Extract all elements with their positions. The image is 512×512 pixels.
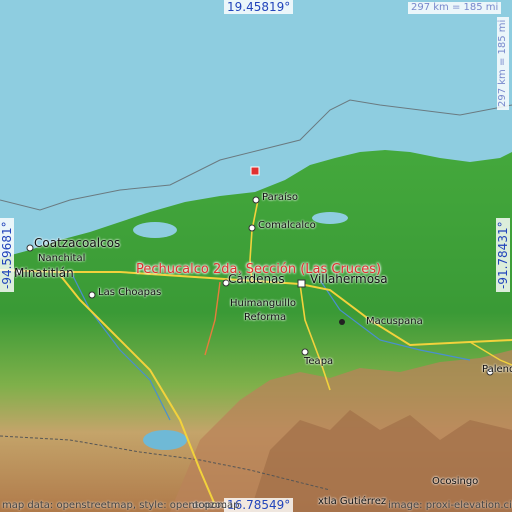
marker-label: Pechucalco 2da. Sección (Las Cruces) [136, 262, 382, 277]
city-label-teapa: Teapa [304, 356, 334, 367]
reservoir [143, 430, 187, 450]
scale-vertical: 297 km = 185 mi [497, 16, 509, 110]
scale-horizontal: 297 km = 185 mi [408, 2, 502, 14]
coord-left: -94.59681° [0, 218, 14, 292]
credit-image: image: proxi-elevation.city [388, 500, 512, 511]
city-label-nanchital: Nanchital [38, 253, 86, 264]
credit-map-data: map data: openstreetmap, style: opentopo… [2, 500, 240, 511]
city-dot [88, 291, 96, 299]
city-label-comalcalco: Comalcalco [258, 220, 316, 231]
lagoon [312, 212, 348, 224]
city-label-palenque: Palenq [482, 364, 512, 375]
capital-square [297, 279, 306, 288]
city-dot [301, 348, 309, 356]
city-label-huimanguillo: Huimanguillo [230, 298, 296, 309]
city-label-reforma: Reforma [244, 312, 287, 323]
location-marker [250, 166, 260, 176]
city-label-tuxtla: xtla Gutiérrez [318, 496, 387, 507]
city-label-paraiso: Paraíso [262, 192, 299, 203]
lagoon [133, 222, 177, 238]
city-label-minatitlan: Minatitlán [14, 266, 74, 280]
city-dot [26, 244, 34, 252]
coord-top: 19.45819° [224, 0, 294, 14]
city-label-las-choapas: Las Choapas [98, 287, 162, 298]
city-dot [248, 224, 256, 232]
city-dot [252, 196, 260, 204]
city-label-coatzacoalcos: Coatzacoalcos [34, 236, 121, 250]
city-dot [339, 319, 345, 325]
coord-right: -91.78431° [496, 218, 510, 292]
city-label-ocosingo: Ocosingo [432, 476, 479, 487]
city-label-macuspana: Macuspana [366, 316, 423, 327]
